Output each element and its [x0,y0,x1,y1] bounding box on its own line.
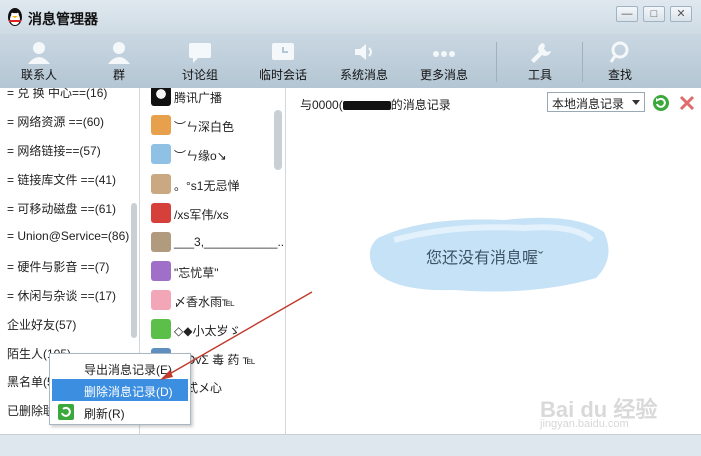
group-item[interactable]: 黑名单(5 [7,373,54,390]
menu-item-export[interactable]: 导出消息记录(E) [52,357,188,379]
toolbar-label: 临时会话 [258,68,307,82]
group-item[interactable]: = 硬件与影音 ==(7) [7,258,109,275]
contact-name: 。°s1无忌惮 [174,179,240,193]
status-bar [0,434,701,456]
contact-item[interactable]: ◇◆小太岁ゞ [151,316,281,342]
maximize-button[interactable]: □ [643,6,665,22]
toolbar-contacts[interactable]: 联系人 [14,34,64,88]
empty-state-text: 您还没有消息喔ˇ [426,250,544,267]
photo-avatar [151,232,171,252]
contact-name: ︶ㄣ缘o↘ [174,149,227,163]
photo-avatar [151,174,171,194]
context-menu: 导出消息记录(E) 删除消息记录(D) 刷新(R) [49,353,191,425]
toolbar-tools[interactable]: 工具 [520,34,560,88]
toolbar-label: 讨论组 [181,68,218,82]
history-source-select[interactable]: 本地消息记录 [547,92,645,112]
contact-list-scrollbar[interactable] [274,110,282,170]
message-history-panel: 与0000( 的消息记录 本地消息记录 您还没有消息喔ˇ [286,88,701,434]
chevron-down-icon [632,100,640,105]
group-item[interactable]: = 网络资源 ==(60) [7,113,104,130]
contact-item[interactable]: 〆香水雨℡ [151,287,281,313]
group-item[interactable]: = 可移动磁盘 ==(61) [7,200,116,217]
toolbar-search[interactable]: 查找 [600,34,640,88]
watermark-url: jingyan.baidu.com [540,418,629,430]
pig-avatar [151,290,171,310]
menu-item-label: 导出消息记录(E) [84,363,172,377]
group-item[interactable]: 企业好友(57) [7,316,76,333]
search-icon [609,41,629,63]
refresh-icon[interactable] [652,94,670,112]
contact-item[interactable]: ___3,___________... [151,229,285,255]
group-item[interactable]: = Union@Service=(86) [7,229,129,243]
toolbar-divider [582,42,583,82]
toolbar-label: 更多消息 [419,68,468,82]
close-button[interactable]: ✕ [670,6,692,22]
face-avatar [151,144,171,164]
contact-name: 〆香水雨℡ [174,295,235,309]
history-title-suffix: 的消息记录 [390,98,451,112]
refresh-icon [58,404,74,420]
window-title: 消息管理器 [28,11,98,27]
contact-name: ___3,___________... [174,235,286,249]
contact-item[interactable]: "忘忧草" [151,258,281,284]
menu-item-label: 刷新(R) [84,407,125,421]
contact-item[interactable]: ︶ㄣ缘o↘ [151,141,281,167]
toolbar-label: 查找 [607,68,632,82]
toolbar-discussion[interactable]: 讨论组 [172,34,228,88]
main-toolbar: 联系人 群 讨论组 临时会话 系统消息 更多消息 工具 查找 [0,34,701,88]
cartoon-avatar [151,115,171,135]
speaker-icon [355,44,372,60]
cartoon-avatar [151,203,171,223]
delete-x-icon[interactable] [678,94,696,112]
frog-avatar [151,319,171,339]
group-list-scrollbar[interactable] [131,203,137,338]
qq-penguin-avatar [151,88,171,106]
contact-item[interactable]: ︶ㄣ深白色 [151,112,281,138]
toolbar-more-messages[interactable]: 更多消息 [416,34,472,88]
toolbar-temp-chat[interactable]: 临时会话 [254,34,312,88]
group-item[interactable]: 已删除联 [7,402,55,419]
wrench-icon [531,43,551,63]
history-title: 与0000( 的消息记录 [300,96,451,113]
toolbar-label: 联系人 [20,68,57,82]
contact-name: 腾讯广播 [174,91,223,105]
contact-name: ︶ㄣ深白色 [174,120,235,134]
history-source-value: 本地消息记录 [552,97,625,111]
toolbar-groups[interactable]: 群 [96,34,142,88]
more-dots-icon [433,51,455,57]
temp-chat-icon [272,43,294,60]
qq-penguin-icon [8,8,22,26]
toolbar-system-messages[interactable]: 系统消息 [336,34,392,88]
group-item[interactable]: = 链接库文件 ==(41) [7,171,116,188]
contact-name: "忘忧草" [174,266,219,280]
title-bar: 消息管理器 — □ ✕ [0,0,701,34]
redacted-block [342,101,391,111]
empty-state: 您还没有消息喔ˇ [364,210,614,296]
contact-name: /xs军伟/xs [174,208,229,222]
discussion-group-icon [189,43,211,63]
contacts-icon [28,42,50,64]
contact-item[interactable]: 。°s1无忌惮 [151,171,281,197]
minimize-button[interactable]: — [616,6,638,22]
contact-item[interactable]: /xs军伟/xs [151,200,281,226]
group-item[interactable]: = 兑 换 中心==(16) [7,88,107,101]
history-title-prefix: 与0000( [300,98,343,112]
toolbar-label: 工具 [527,68,552,82]
cartoon-avatar [151,261,171,281]
menu-item-refresh[interactable]: 刷新(R) [52,401,188,423]
group-icon [108,42,130,64]
menu-item-delete[interactable]: 删除消息记录(D) [52,379,188,401]
contact-name: ◇◆小太岁ゞ [174,324,241,338]
toolbar-divider [496,42,497,82]
group-item[interactable]: = 网络链接==(57) [7,142,101,159]
contact-item[interactable]: 腾讯广播 [151,88,281,109]
toolbar-label: 系统消息 [339,68,388,82]
toolbar-label: 群 [112,68,125,82]
group-item[interactable]: = 休闲与杂谈 ==(17) [7,287,116,304]
menu-item-label: 删除消息记录(D) [84,385,173,399]
